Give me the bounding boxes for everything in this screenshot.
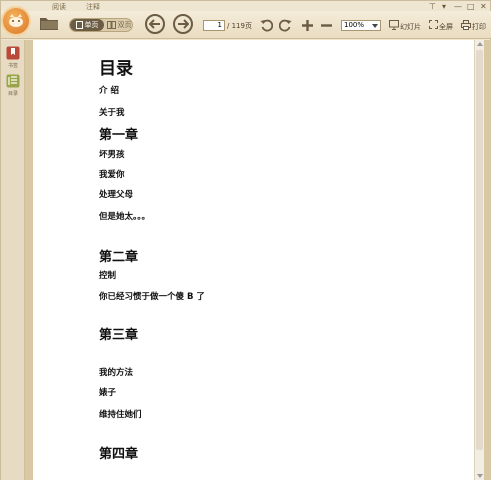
scroll-up-icon[interactable] <box>477 42 483 46</box>
double-page-button[interactable]: 双页 <box>105 19 132 31</box>
toc-entry[interactable]: 但是她太。。。 <box>99 210 150 222</box>
sidebar-item-label: 书签 <box>7 63 18 69</box>
sidebar: 书签 目录 <box>1 40 25 480</box>
page-number-input[interactable]: 1 <box>203 20 225 31</box>
chevron-down-icon <box>372 24 378 28</box>
scrollbar-thumb[interactable] <box>476 50 483 450</box>
toc-entry[interactable]: 你已经习惯于做一个傻 B 了 <box>99 290 205 302</box>
sidebar-item-toc[interactable]: 目录 <box>4 74 22 97</box>
bookmark-icon <box>6 46 20 60</box>
document-viewport: 目录 介 绍 关于我 第一章 坏男孩 我爱你 处理父母 但是她太。。。 第二章 … <box>25 40 491 480</box>
print-button[interactable]: 打印 <box>472 22 486 32</box>
dropdown-icon[interactable]: ▾ <box>442 2 446 11</box>
maximize-button[interactable]: □ <box>467 2 475 11</box>
arrow-left-icon <box>149 19 160 29</box>
next-page-button[interactable] <box>173 14 193 34</box>
zoom-value: 100% <box>344 21 365 29</box>
minimize-button[interactable]: — <box>454 2 462 11</box>
zoom-select[interactable]: 100% <box>341 20 381 31</box>
sidebar-item-bookmarks[interactable]: 书签 <box>4 46 22 69</box>
double-page-icon <box>106 21 116 29</box>
toc-entry[interactable]: 坏男孩 <box>99 148 125 160</box>
zoom-out-icon[interactable] <box>320 19 333 32</box>
toc-chapter[interactable]: 第三章 <box>99 324 138 343</box>
open-folder-icon[interactable] <box>39 15 59 31</box>
fullscreen-button[interactable]: 全屏 <box>439 22 453 32</box>
arrow-right-icon <box>178 19 189 29</box>
vertical-scrollbar[interactable] <box>474 40 484 480</box>
toc-entry[interactable]: 婊子 <box>99 386 116 398</box>
document-page: 目录 介 绍 关于我 第一章 坏男孩 我爱你 处理父母 但是她太。。。 第二章 … <box>33 40 474 480</box>
double-page-label: 双页 <box>117 21 132 29</box>
toc-chapter[interactable]: 第二章 <box>99 246 138 265</box>
view-mode-toggle: 单页 双页 <box>69 18 133 32</box>
fullscreen-icon[interactable] <box>429 20 438 29</box>
toc-entry[interactable]: 我的方法 <box>99 366 133 378</box>
single-page-button[interactable]: 单页 <box>70 19 104 31</box>
app-logo <box>3 8 29 34</box>
scroll-down-icon[interactable] <box>477 474 483 478</box>
toolbar: 单页 双页 1 / 119页 100% 幻灯片 全屏 打印 <box>1 11 491 39</box>
zoom-in-icon[interactable] <box>301 19 314 32</box>
toc-title: 目录 <box>99 59 133 79</box>
toc-entry[interactable]: 介 绍 <box>99 84 119 96</box>
close-button[interactable]: ✕ <box>480 2 487 11</box>
pin-icon[interactable]: ⊤ <box>429 2 436 11</box>
toc-icon <box>6 74 20 88</box>
slideshow-icon[interactable] <box>389 20 399 30</box>
rotate-left-icon[interactable] <box>260 19 273 32</box>
toc-entry[interactable]: 关于我 <box>99 106 125 118</box>
right-margin <box>484 40 491 480</box>
rotate-right-icon[interactable] <box>279 19 292 32</box>
prev-page-button[interactable] <box>145 14 165 34</box>
toc-chapter[interactable]: 第四章 <box>99 443 138 462</box>
reader-window: 阅读 注释 ⊤ ▾ — □ ✕ 单页 双页 1 / 119页 100% 幻灯片 … <box>0 0 491 480</box>
app-logo-icon <box>9 14 23 27</box>
menu-bar: 阅读 注释 ⊤ ▾ — □ ✕ <box>1 1 491 11</box>
toc-entry[interactable]: 控制 <box>99 269 116 281</box>
page-count: / 119页 <box>227 22 252 30</box>
toc-entry[interactable]: 我爱你 <box>99 168 125 180</box>
toc-entry[interactable]: 维持住她们 <box>99 408 142 420</box>
printer-icon[interactable] <box>461 20 471 30</box>
single-page-icon <box>75 21 83 29</box>
toc-chapter[interactable]: 第一章 <box>99 124 138 143</box>
slideshow-button[interactable]: 幻灯片 <box>400 22 421 32</box>
sidebar-item-label: 目录 <box>7 91 18 97</box>
single-page-label: 单页 <box>84 21 99 29</box>
toc-entry[interactable]: 处理父母 <box>99 188 133 200</box>
